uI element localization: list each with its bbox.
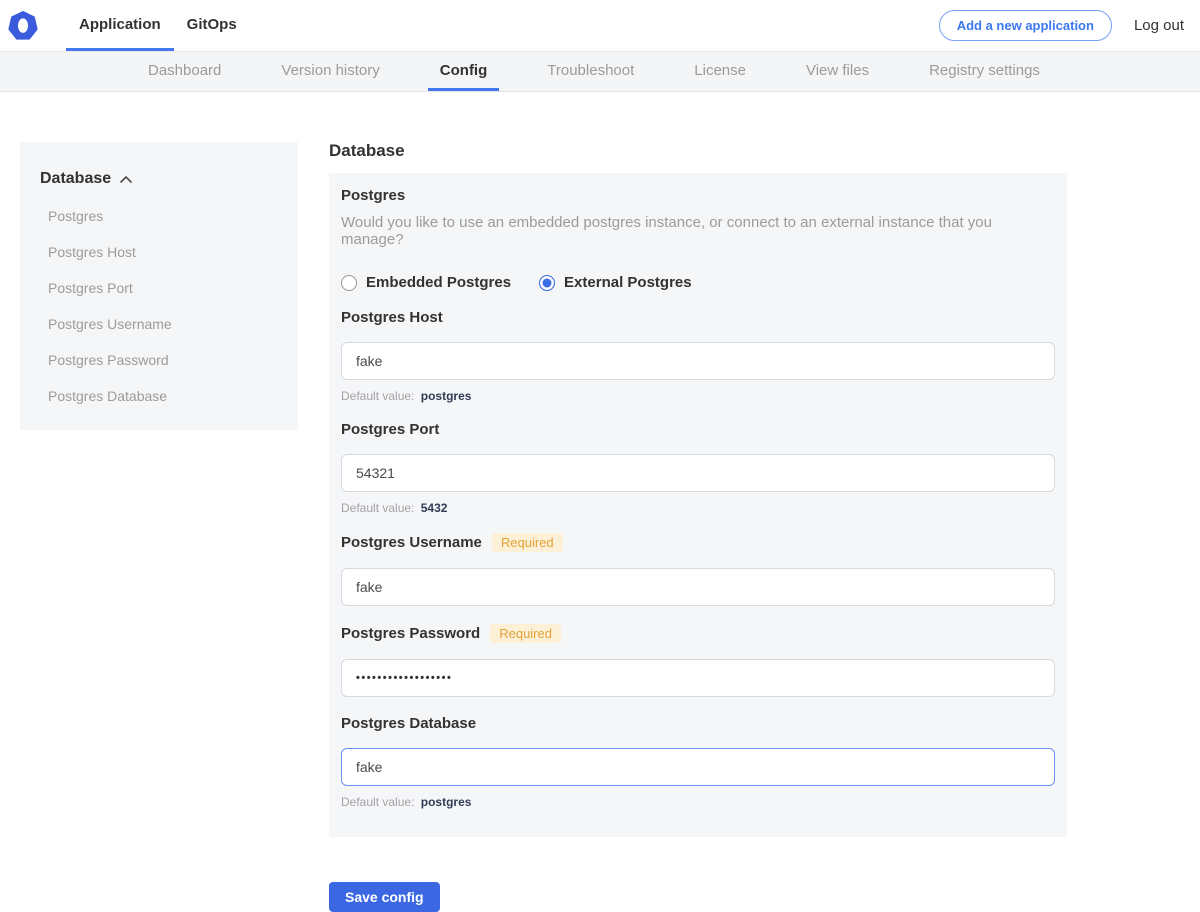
- subnav-item-version-history[interactable]: Version history: [281, 52, 379, 91]
- sidebar-item-postgres-database[interactable]: Postgres Database: [40, 388, 278, 404]
- field-postgres-password: Postgres Password Required: [341, 624, 1055, 697]
- default-value-helper: Default value: 5432: [341, 501, 1055, 515]
- radio-label: Embedded Postgres: [366, 274, 511, 291]
- config-sidebar: Database Postgres Postgres Host Postgres…: [20, 142, 298, 430]
- subnav-item-config[interactable]: Config: [428, 52, 499, 91]
- required-badge: Required: [492, 533, 563, 552]
- topnav-right: Add a new application Log out: [939, 0, 1200, 51]
- field-postgres-port: Postgres Port Default value: 5432: [341, 421, 1055, 515]
- sidebar-item-postgres[interactable]: Postgres: [40, 208, 278, 224]
- page-title: Database: [329, 142, 1067, 159]
- radio-external-postgres[interactable]: External Postgres: [539, 274, 692, 291]
- save-config-button[interactable]: Save config: [329, 882, 440, 912]
- config-main: Database Postgres Would you like to use …: [329, 142, 1067, 912]
- required-badge: Required: [490, 624, 561, 643]
- postgres-database-input[interactable]: [341, 748, 1055, 786]
- postgres-host-input[interactable]: [341, 342, 1055, 380]
- radio-unchecked-icon[interactable]: [341, 275, 357, 291]
- sidebar-item-postgres-password[interactable]: Postgres Password: [40, 352, 278, 368]
- postgres-type-radio-group: Embedded Postgres External Postgres: [341, 274, 1055, 291]
- tab-gitops[interactable]: GitOps: [174, 0, 250, 51]
- group-title: Postgres: [341, 187, 1055, 204]
- field-label: Postgres Port: [341, 421, 439, 438]
- field-postgres-username: Postgres Username Required: [341, 533, 1055, 606]
- subnav-item-registry-settings[interactable]: Registry settings: [929, 52, 1040, 91]
- default-value-helper: Default value: postgres: [341, 795, 1055, 809]
- app-logo-icon: [8, 11, 38, 41]
- field-postgres-database: Postgres Database Default value: postgre…: [341, 715, 1055, 809]
- sidebar-group-label: Database: [40, 170, 111, 188]
- sidebar-item-postgres-username[interactable]: Postgres Username: [40, 316, 278, 332]
- subnav-item-license[interactable]: License: [694, 52, 746, 91]
- subnav-item-view-files[interactable]: View files: [806, 52, 869, 91]
- group-help-text: Would you like to use an embedded postgr…: [341, 214, 1055, 248]
- tab-application[interactable]: Application: [66, 0, 174, 51]
- config-group-panel: Postgres Would you like to use an embedd…: [329, 173, 1067, 837]
- subnav-item-dashboard[interactable]: Dashboard: [148, 52, 221, 91]
- default-value-helper: Default value: postgres: [341, 389, 1055, 403]
- radio-checked-icon[interactable]: [539, 275, 555, 291]
- sidebar-item-postgres-port[interactable]: Postgres Port: [40, 280, 278, 296]
- field-label: Postgres Username: [341, 534, 482, 551]
- sidebar-items: Postgres Postgres Host Postgres Port Pos…: [40, 208, 278, 404]
- top-tabs: Application GitOps: [66, 0, 250, 51]
- default-value-label: Default value:: [341, 501, 414, 515]
- postgres-username-input[interactable]: [341, 568, 1055, 606]
- postgres-port-input[interactable]: [341, 454, 1055, 492]
- field-label: Postgres Database: [341, 715, 476, 732]
- chevron-up-icon: [120, 170, 132, 188]
- default-value: postgres: [421, 795, 472, 809]
- field-postgres-host: Postgres Host Default value: postgres: [341, 309, 1055, 403]
- default-value-label: Default value:: [341, 795, 414, 809]
- sidebar-group-database[interactable]: Database: [40, 170, 278, 188]
- logout-link[interactable]: Log out: [1134, 17, 1184, 34]
- default-value-label: Default value:: [341, 389, 414, 403]
- radio-embedded-postgres[interactable]: Embedded Postgres: [341, 274, 511, 291]
- radio-label: External Postgres: [564, 274, 692, 291]
- postgres-password-input[interactable]: [341, 659, 1055, 697]
- sidebar-item-postgres-host[interactable]: Postgres Host: [40, 244, 278, 260]
- content-area: Database Postgres Postgres Host Postgres…: [0, 142, 1200, 912]
- field-label: Postgres Host: [341, 309, 443, 326]
- field-label: Postgres Password: [341, 625, 480, 642]
- top-nav: Application GitOps Add a new application…: [0, 0, 1200, 52]
- default-value: 5432: [421, 501, 448, 515]
- app-sub-nav: Dashboard Version history Config Trouble…: [0, 52, 1200, 92]
- add-application-button[interactable]: Add a new application: [939, 10, 1112, 41]
- default-value: postgres: [421, 389, 472, 403]
- subnav-item-troubleshoot[interactable]: Troubleshoot: [547, 52, 634, 91]
